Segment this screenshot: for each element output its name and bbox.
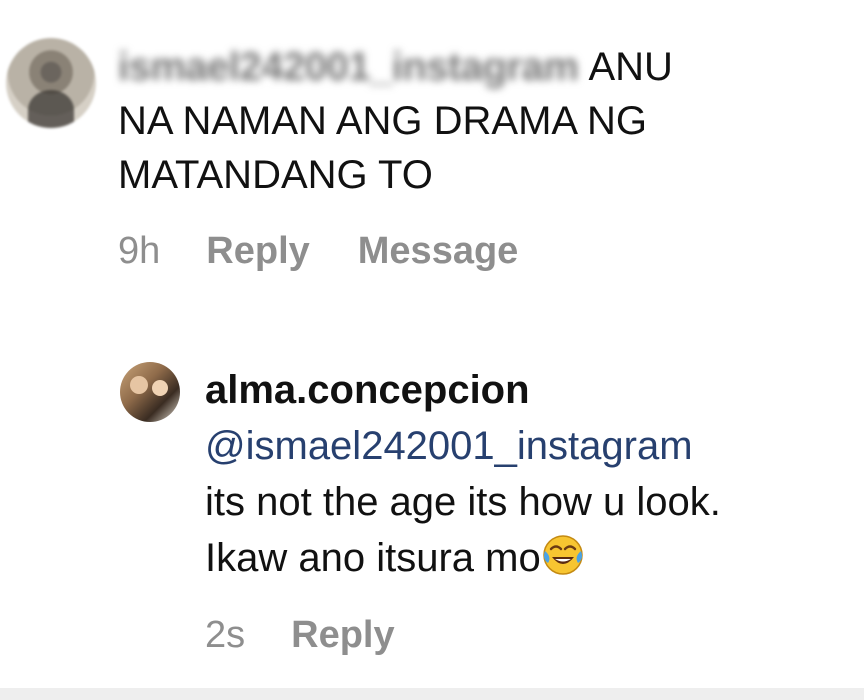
comment-text-line1: ANU bbox=[588, 45, 673, 89]
timestamp: 9h bbox=[118, 230, 161, 272]
username-link[interactable]: ismael242001_instagram bbox=[118, 40, 579, 94]
timestamp: 2s bbox=[205, 614, 246, 656]
user-avatar[interactable] bbox=[120, 362, 180, 422]
laughing-tears-emoji-icon bbox=[541, 533, 585, 577]
bottom-divider bbox=[0, 688, 864, 700]
comment-meta: 9h Reply Message bbox=[118, 230, 518, 273]
mention-link[interactable]: @ismael242001_instagram bbox=[205, 424, 693, 468]
comment-text-line1: its not the age its how u look. bbox=[205, 480, 721, 524]
reply-button[interactable]: Reply bbox=[291, 614, 394, 657]
comment-text-line3: MATANDANG TO bbox=[118, 153, 433, 197]
message-button[interactable]: Message bbox=[358, 230, 519, 273]
comment-text-line2: Ikaw ano itsura mo bbox=[205, 536, 541, 580]
comment-text-line2: NA NAMAN ANG DRAMA NG bbox=[118, 99, 647, 143]
user-avatar[interactable] bbox=[6, 38, 96, 128]
reply-button[interactable]: Reply bbox=[206, 230, 309, 273]
comment-body: alma.concepcion @ismael242001_instagram … bbox=[205, 362, 855, 586]
comment-meta: 2s Reply bbox=[205, 614, 395, 657]
username-link[interactable]: alma.concepcion bbox=[205, 368, 530, 412]
comment-body: ismael242001_instagram ANU NA NAMAN ANG D… bbox=[118, 40, 838, 202]
